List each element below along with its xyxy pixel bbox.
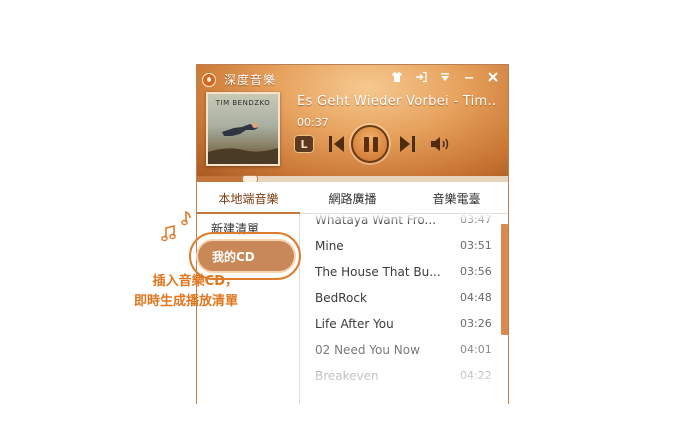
pause-icon [364, 137, 369, 152]
track-name: 02 Need You Now [315, 343, 420, 357]
prev-icon[interactable] [327, 133, 347, 155]
track-duration: 03:51 [460, 239, 492, 252]
table-row[interactable]: Whataya Want Fro... 03:47 [301, 214, 501, 233]
volume-icon[interactable] [429, 134, 451, 154]
pause-icon-bar [373, 137, 378, 152]
next-icon[interactable] [397, 133, 417, 155]
track-duration: 03:56 [460, 265, 492, 278]
track-name: Life After You [315, 317, 394, 331]
track-name: Mine [315, 239, 344, 253]
app-title: 深度音樂 [224, 73, 277, 87]
stage: 深度音樂 TIM BENDZKO Es Geht Wieder Vorbei -… [0, 0, 685, 438]
mini-mode-icon[interactable] [412, 69, 430, 85]
tab-bar: 本地端音樂 網路廣播 音樂電臺 [197, 182, 508, 214]
tab-local-music[interactable]: 本地端音樂 [197, 182, 300, 214]
tab-music-station[interactable]: 音樂電臺 [405, 182, 508, 214]
minimize-icon[interactable] [460, 69, 478, 85]
album-cover[interactable]: TIM BENDZKO [206, 92, 280, 166]
sidebar-item-my-cd[interactable]: 我的CD [198, 241, 294, 271]
lyrics-button[interactable]: L [294, 135, 314, 153]
close-icon[interactable] [484, 69, 502, 85]
feature-callout: 插入音樂CD， 即時生成播放清單 [88, 272, 238, 312]
player-header: 深度音樂 TIM BENDZKO Es Geht Wieder Vorbei -… [197, 65, 508, 177]
table-row[interactable]: 02 Need You Now 04:01 [301, 337, 501, 363]
table-row[interactable]: Life After You 03:26 [301, 311, 501, 337]
scrollbar[interactable] [501, 224, 508, 335]
pause-button[interactable] [351, 125, 389, 163]
tab-web-radio[interactable]: 網路廣播 [300, 182, 405, 214]
titlebar: 深度音樂 [197, 65, 508, 89]
track-duration: 04:22 [460, 369, 492, 382]
album-cover-art [208, 122, 278, 164]
skin-icon[interactable] [388, 69, 406, 85]
track-list: Whataya Want Fro... 03:47 Mine 03:51 The… [301, 214, 508, 404]
table-row[interactable]: Breakeven 04:22 [301, 363, 501, 389]
music-notes-icon [161, 210, 191, 242]
track-duration: 04:01 [460, 343, 492, 356]
table-row[interactable]: BedRock 04:48 [301, 285, 501, 311]
table-row[interactable]: The House That Bu... 03:56 [301, 259, 501, 285]
app-logo-icon [202, 73, 216, 87]
table-row[interactable]: Mine 03:51 [301, 233, 501, 259]
window-controls [388, 69, 502, 85]
track-name: BedRock [315, 291, 367, 305]
menu-icon[interactable] [436, 69, 454, 85]
callout-line-2: 即時生成播放清單 [133, 294, 238, 309]
track-name: Whataya Want Fro... [315, 214, 437, 227]
now-playing-time: 00:37 [297, 116, 329, 129]
track-duration: 03:26 [460, 317, 492, 330]
callout-line-1: 插入音樂CD， [152, 274, 238, 289]
track-duration: 04:48 [460, 291, 492, 304]
now-playing-title: Es Geht Wieder Vorbei - Tim... [297, 94, 497, 109]
track-duration: 03:47 [460, 214, 492, 226]
track-name: Breakeven [315, 369, 379, 383]
track-name: The House That Bu... [315, 265, 441, 279]
